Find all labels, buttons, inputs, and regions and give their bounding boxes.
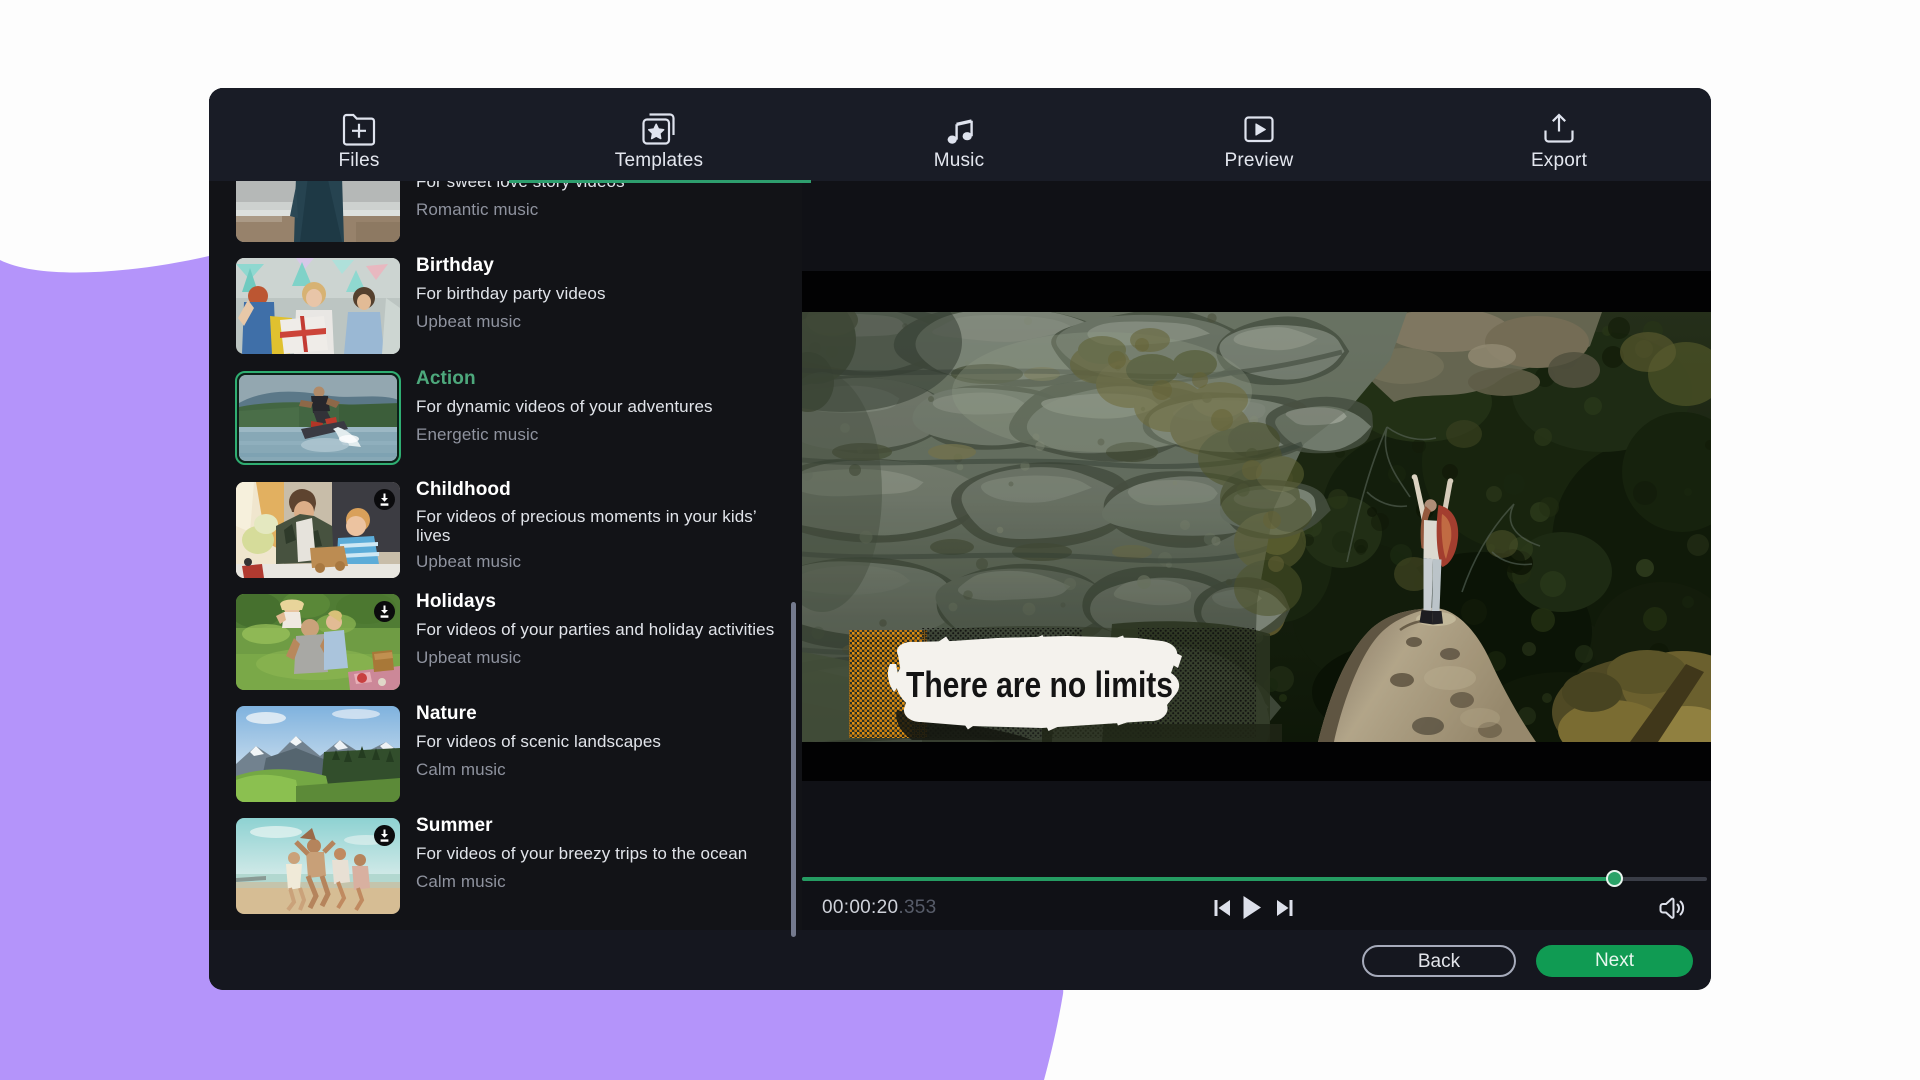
svg-text:There are no limits: There are no limits — [906, 664, 1173, 705]
